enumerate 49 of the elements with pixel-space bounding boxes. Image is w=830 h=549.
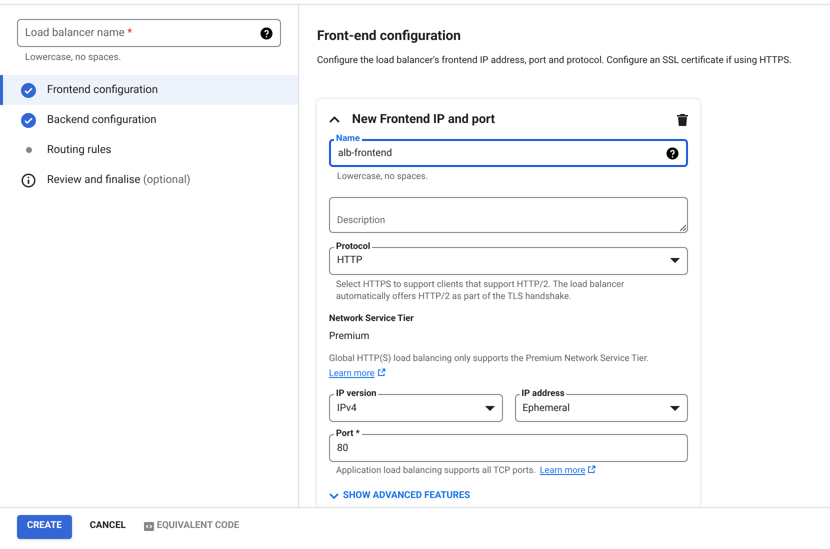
step-item[interactable]: Backend configuration xyxy=(0,105,298,136)
learn-more-link[interactable]: Learn more xyxy=(329,369,386,380)
dropdown-caret-icon xyxy=(670,258,680,264)
select-value: Ephemeral xyxy=(522,402,571,416)
section-description: Configure the load balancer's frontend IP address, port and protocol. Configure an SSL certificate if using HTTPS. xyxy=(317,54,793,68)
hint-text: Select HTTPS to support clients that support HTTP/2. The load balancer automatically offers HTTP/2 as part of the TLS handshake. xyxy=(336,278,626,303)
step-item[interactable]: Review and finalise (optional) xyxy=(0,165,298,196)
check-circle-icon xyxy=(21,82,36,98)
help-icon[interactable] xyxy=(666,146,679,160)
load-balancer-name-field[interactable]: Load balancer name * xyxy=(17,19,281,47)
dropdown-caret-icon xyxy=(484,406,494,411)
dropdown-caret-icon xyxy=(670,406,680,411)
step-label: Backend configuration xyxy=(47,112,156,128)
select-value: IPv4 xyxy=(337,402,358,416)
port-value: 80 xyxy=(337,442,350,456)
dot-icon xyxy=(26,147,32,154)
hint-text: Lowercase, no spaces. xyxy=(337,171,429,184)
step-item[interactable]: Routing rules xyxy=(0,135,298,166)
cancel-button[interactable]: CANCEL xyxy=(90,519,126,534)
show-advanced-button[interactable]: SHOW ADVANCED FEATURES xyxy=(329,488,470,503)
hint-text: Lowercase, no spaces. xyxy=(25,51,122,65)
check-circle-icon xyxy=(21,112,36,128)
hint-text: Application load balancing supports all TCP ports. xyxy=(336,465,536,478)
select-value: HTTP xyxy=(337,254,364,268)
resize-handle-icon[interactable] xyxy=(679,224,686,231)
code-icon xyxy=(144,522,154,531)
info-icon xyxy=(21,172,36,188)
tier-label: Network Service Tier xyxy=(329,312,415,326)
learn-more-link[interactable]: Learn more xyxy=(540,465,596,479)
card-title: New Frontend IP and port xyxy=(352,110,496,128)
help-icon[interactable] xyxy=(260,26,273,40)
equivalent-code-button[interactable]: EQUIVALENT CODE xyxy=(144,519,240,534)
chevron-down-icon xyxy=(329,492,339,499)
trash-icon[interactable] xyxy=(677,114,688,126)
name-value: alb-frontend xyxy=(338,146,393,161)
placeholder-text: Load balancer name * xyxy=(25,24,134,41)
step-label: Routing rules xyxy=(47,142,112,158)
create-button[interactable]: CREATE xyxy=(17,514,72,538)
section-title: Front-end configuration xyxy=(317,27,462,46)
step-label: Frontend configuration xyxy=(47,82,158,98)
step-label: Review and finalise (optional) xyxy=(47,172,190,188)
hint-text: Global HTTP(S) load balancing only supports the Premium Network Service Tier. xyxy=(329,353,650,366)
external-link-icon xyxy=(376,368,386,378)
tier-value: Premium xyxy=(329,330,370,344)
step-item[interactable]: Frontend configuration xyxy=(0,75,298,106)
description-field[interactable]: Description xyxy=(329,196,688,233)
collapse-chevron-icon[interactable] xyxy=(329,116,340,124)
external-link-icon xyxy=(587,465,596,474)
description-placeholder: Description xyxy=(337,214,386,226)
